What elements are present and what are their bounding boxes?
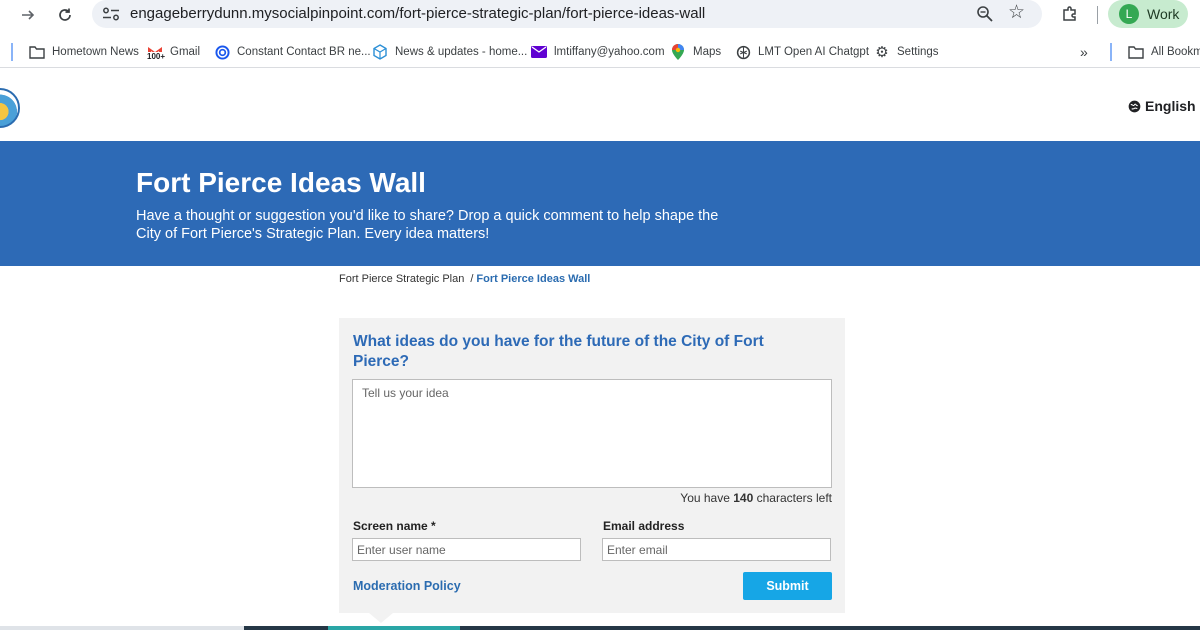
bookmarks-bar-edge (11, 43, 13, 61)
breadcrumb-current[interactable]: Fort Pierce Ideas Wall (476, 273, 590, 285)
bookmark-hometown-news[interactable]: Hometown News (29, 43, 139, 61)
all-bookmarks-label: All Bookm (1151, 46, 1200, 58)
toolbar-divider (1097, 6, 1098, 24)
bookmark-label: Settings (897, 46, 939, 58)
language-label: English (1145, 98, 1196, 114)
avatar: L (1119, 4, 1139, 24)
page-title: Fort Pierce Ideas Wall (136, 167, 426, 198)
reload-icon[interactable] (54, 4, 76, 26)
bookmark-gmail[interactable]: 100+ Gmail (147, 43, 200, 61)
bookmark-label: Constant Contact BR ne... (237, 46, 371, 58)
chars-prefix: You have (680, 491, 730, 505)
chars-suffix: characters left (756, 491, 832, 505)
idea-form-card: What ideas do you have for the future of… (339, 318, 845, 613)
gear-icon: ⚙ (875, 44, 889, 61)
address-bar[interactable]: engageberrydunn.mysocialpinpoint.com/for… (92, 0, 1042, 28)
site-settings-icon[interactable] (102, 7, 120, 21)
bookmark-label: News & updates - home... (395, 46, 528, 58)
page-description: Have a thought or suggestion you'd like … (136, 208, 719, 242)
bookmark-settings[interactable]: ⚙ Settings (874, 43, 939, 61)
url-text[interactable]: engageberrydunn.mysocialpinpoint.com/for… (130, 5, 705, 22)
character-counter: You have 140 characters left (680, 491, 832, 505)
folder-icon (29, 44, 45, 60)
star-icon[interactable]: ☆ (1008, 3, 1025, 22)
language-selector[interactable]: English ⌄ (1128, 98, 1200, 114)
extensions-icon[interactable] (1061, 5, 1079, 23)
openai-icon (735, 44, 751, 60)
folder-icon (1128, 44, 1144, 60)
screen-name-label: Screen name * (353, 519, 436, 533)
bookmark-yahoo-mail[interactable]: lmtiffany@yahoo.com (531, 43, 665, 61)
forward-arrow-icon[interactable] (17, 4, 39, 26)
breadcrumb-separator: / (470, 273, 474, 285)
gmail-badge: 100+ (147, 52, 166, 61)
email-input[interactable] (602, 538, 831, 561)
screen-name-input[interactable] (352, 538, 581, 561)
constant-contact-icon (214, 44, 230, 60)
maps-pin-icon (670, 44, 686, 60)
bookmark-label: Hometown News (52, 46, 139, 58)
news-icon (372, 44, 388, 60)
browser-toolbar: engageberrydunn.mysocialpinpoint.com/for… (0, 0, 1200, 30)
moderation-policy-link[interactable]: Moderation Policy (353, 579, 461, 593)
profile-button[interactable]: L Work (1108, 0, 1188, 28)
chars-count: 140 (733, 491, 754, 505)
bookmark-maps[interactable]: Maps (670, 43, 721, 61)
card-pointer (369, 613, 393, 623)
bookmark-news-updates[interactable]: News & updates - home... (372, 43, 527, 61)
mail-icon (531, 44, 547, 60)
gmail-icon: 100+ (147, 44, 166, 61)
bookmark-openai[interactable]: LMT Open AI Chatgpt (735, 43, 869, 61)
submit-button[interactable]: Submit (743, 572, 832, 600)
site-header (0, 73, 1200, 141)
hero-banner: Fort Pierce Ideas Wall Have a thought or… (0, 141, 1200, 266)
bookmarks-divider (1110, 43, 1112, 61)
idea-textarea[interactable] (352, 379, 832, 488)
breadcrumb-parent-link[interactable]: Fort Pierce Strategic Plan (339, 273, 464, 285)
profile-label: Work (1147, 6, 1180, 22)
all-bookmarks-button[interactable]: All Bookm (1128, 43, 1200, 61)
email-label: Email address (603, 519, 685, 533)
globe-icon (1128, 100, 1141, 112)
more-bookmarks-button[interactable]: » (1080, 44, 1088, 60)
footer-accent (328, 626, 460, 630)
bookmark-label: Maps (693, 46, 722, 58)
form-question: What ideas do you have for the future of… (353, 333, 764, 370)
bookmark-label: LMT Open AI Chatgpt (758, 46, 870, 58)
bookmark-constant-contact[interactable]: Constant Contact BR ne... (214, 43, 371, 61)
bookmark-label: lmtiffany@yahoo.com (554, 46, 665, 58)
bookmarks-bar: Hometown News 100+ Gmail Constant Contac… (0, 36, 1200, 68)
breadcrumb: Fort Pierce Strategic Plan / Fort Pierce I… (339, 273, 590, 285)
zoom-icon[interactable] (976, 5, 994, 23)
bookmark-label: Gmail (170, 46, 201, 58)
